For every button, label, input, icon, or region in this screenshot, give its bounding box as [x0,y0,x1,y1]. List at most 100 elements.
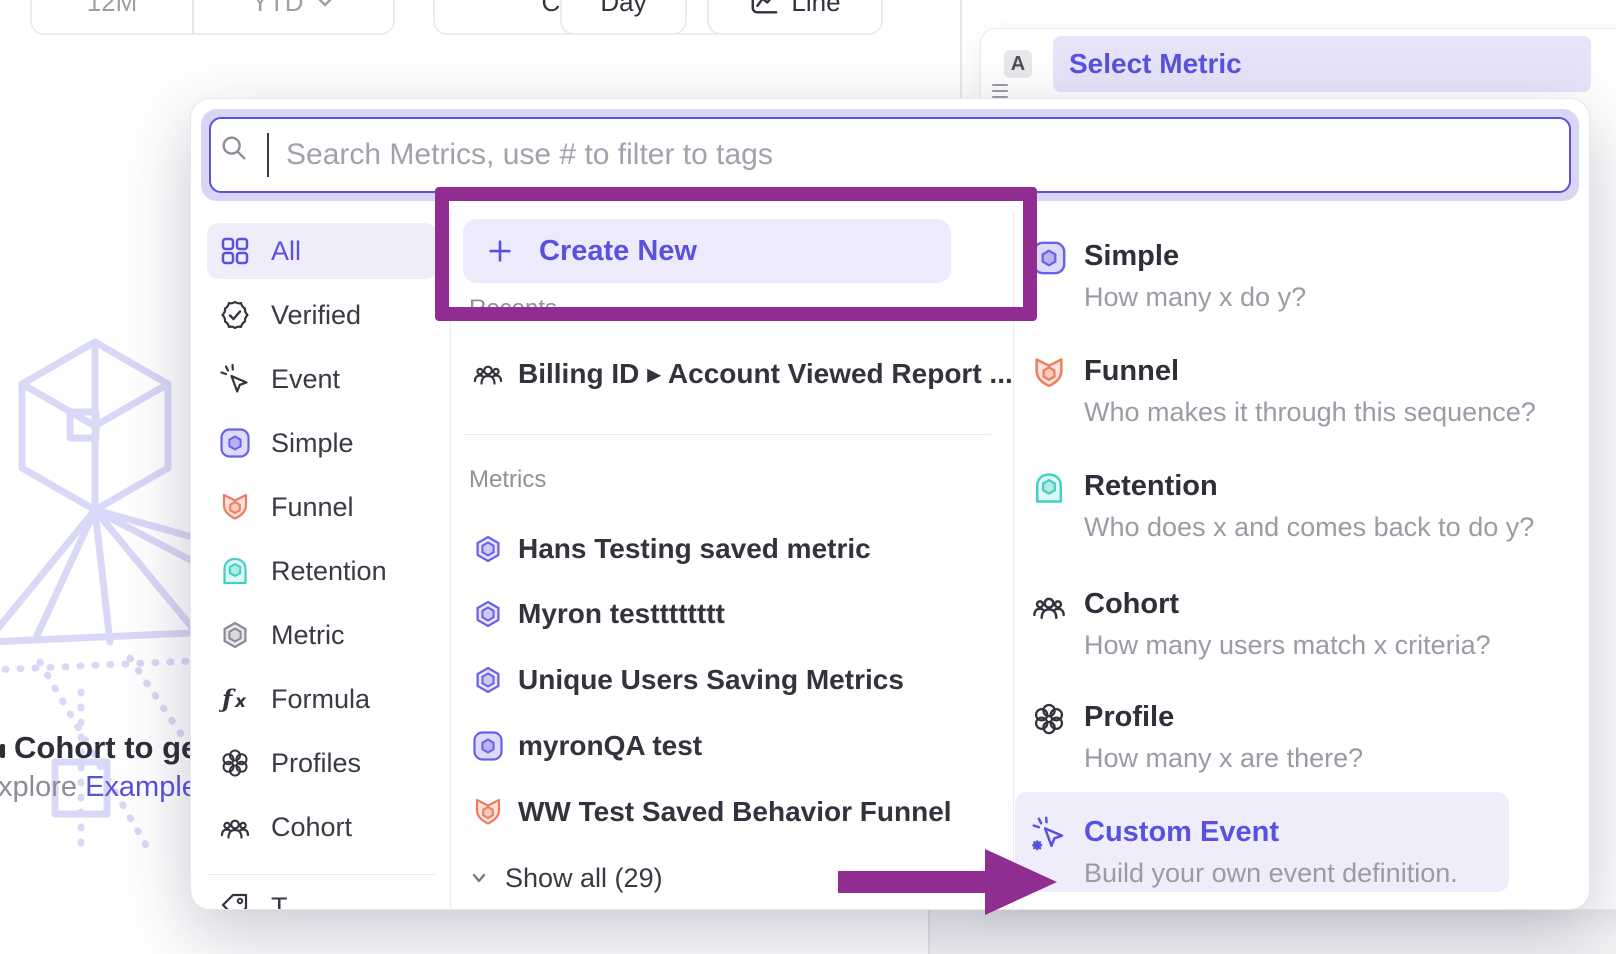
retention-icon [1031,470,1067,506]
line-chart-icon [749,0,779,17]
type-cohort[interactable]: Cohort [1084,588,1179,621]
chart-type-button[interactable]: Line [707,0,883,35]
sidebar-item-tags-clipped[interactable]: T [207,879,437,910]
type-simple-description: How many x do y? [1084,282,1306,313]
annotation-arrow [830,845,1065,920]
verified-badge-icon [219,299,251,331]
app-window: 12M YTD Compare Day Line [0,0,1616,954]
saved-metric-label: Myron testttttttt [518,598,725,630]
show-all-label: Show all (29) [505,863,663,894]
range-ytd-button[interactable]: YTD [194,0,393,33]
type-custom-event-description: Build your own event definition. [1084,858,1458,889]
saved-metric-label: myronQA test [518,730,702,762]
range-12m-label: 12M [87,0,138,18]
saved-metric-row[interactable]: Myron testttttttt [463,586,983,642]
type-retention-description: Who does x and comes back to do y? [1084,512,1534,543]
type-cohort-description: How many users match x criteria? [1084,630,1491,661]
saved-metric-label: Hans Testing saved metric [518,533,871,565]
simple-metric-icon [219,427,251,459]
annotation-rectangle [435,187,1037,321]
sidebar-item-cohort[interactable]: Cohort [207,799,437,855]
date-range-control[interactable]: 12M YTD [30,0,395,35]
text-caret [267,133,269,177]
interval-label: Day [600,0,646,18]
sidebar-label: Metric [271,620,345,651]
chevron-down-icon [314,0,336,13]
sidebar-label: Funnel [271,492,354,523]
grid-icon [219,235,251,267]
sidebar-item-formula[interactable]: ƒ x Formula [207,671,437,727]
cohort-people-icon [219,811,251,843]
funnel-icon [472,796,504,828]
query-row-badge: A [1004,50,1032,78]
saved-metric-hexagon-icon [472,664,504,696]
profiles-flower-icon [1031,701,1067,737]
empty-state-headline-fragment: Cohort to ge [14,730,198,766]
range-12m-button[interactable]: 12M [32,0,194,33]
show-all-button[interactable]: Show all (29) [467,852,827,904]
type-funnel-description: Who makes it through this sequence? [1084,397,1536,428]
funnel-icon [1031,355,1067,391]
saved-metric-row[interactable]: WW Test Saved Behavior Funnel [463,784,983,840]
type-retention[interactable]: Retention [1084,470,1218,503]
retention-icon [219,555,251,587]
cohort-people-icon [1031,588,1067,624]
sidebar-item-profiles[interactable]: Profiles [207,735,437,791]
sidebar-divider [207,874,435,875]
saved-metric-hexagon-icon [472,598,504,630]
type-profile[interactable]: Profile [1084,701,1174,734]
sidebar-label: Cohort [271,812,352,843]
recent-item-row[interactable]: Billing ID ▸ Account Viewed Report ... [463,345,983,401]
explore-prefix: xplore [0,771,77,803]
sidebar-label: Retention [271,556,387,587]
type-custom-event[interactable]: Custom Event [1084,816,1279,849]
sidebar-item-verified[interactable]: Verified [207,287,437,343]
range-ytd-label: YTD [252,0,304,18]
saved-metric-label: Unique Users Saving Metrics [518,664,904,696]
drag-handle-icon[interactable] [991,83,1009,99]
formula-fx-icon: ƒ x [219,683,251,715]
metrics-section-label: Metrics [469,466,546,494]
sidebar-label: T [271,892,288,911]
recent-item-label: Billing ID ▸ Account Viewed Report ... [518,357,1013,390]
sidebar-label: Event [271,364,340,395]
select-metric-button[interactable]: Select Metric [1053,36,1591,92]
chart-type-label: Line [791,0,840,18]
sidebar-label: Formula [271,684,370,715]
svg-text:x: x [234,692,247,712]
saved-metric-label: WW Test Saved Behavior Funnel [518,796,952,828]
type-funnel[interactable]: Funnel [1084,355,1179,388]
search-input[interactable] [209,117,1571,193]
event-cursor-icon [219,363,251,395]
sidebar-label: Verified [271,300,361,331]
cohort-people-icon [472,357,504,389]
saved-metric-row[interactable]: Hans Testing saved metric [463,521,983,577]
sidebar-item-funnel[interactable]: Funnel [207,479,437,535]
sidebar-item-retention[interactable]: Retention [207,543,437,599]
recents-divider [463,434,991,435]
simple-metric-icon [472,730,504,762]
profiles-flower-icon [219,747,251,779]
saved-metric-row[interactable]: Unique Users Saving Metrics [463,652,983,708]
interval-day-button[interactable]: Day [560,0,687,35]
search-icon [219,133,249,163]
sidebar-item-simple[interactable]: Simple [207,415,437,471]
sidebar-label: Simple [271,428,354,459]
tag-icon [219,891,251,910]
metric-hexagon-icon [219,619,251,651]
sidebar-item-metric[interactable]: Metric [207,607,437,663]
sidebar-item-event[interactable]: Event [207,351,437,407]
type-profile-description: How many x are there? [1084,743,1363,774]
svg-text:ƒ: ƒ [219,684,236,713]
chevron-down-icon [467,866,491,890]
saved-metric-hexagon-icon [472,533,504,565]
sidebar-label: Profiles [271,748,361,779]
saved-metric-row[interactable]: myronQA test [463,718,983,774]
clipped-letter-fragment [0,744,5,758]
funnel-icon [219,491,251,523]
sidebar-label: All [271,236,301,267]
select-metric-label: Select Metric [1069,36,1591,92]
sidebar-item-all[interactable]: All [207,223,437,279]
pane-divider-top [960,0,962,98]
type-simple[interactable]: Simple [1084,240,1179,273]
